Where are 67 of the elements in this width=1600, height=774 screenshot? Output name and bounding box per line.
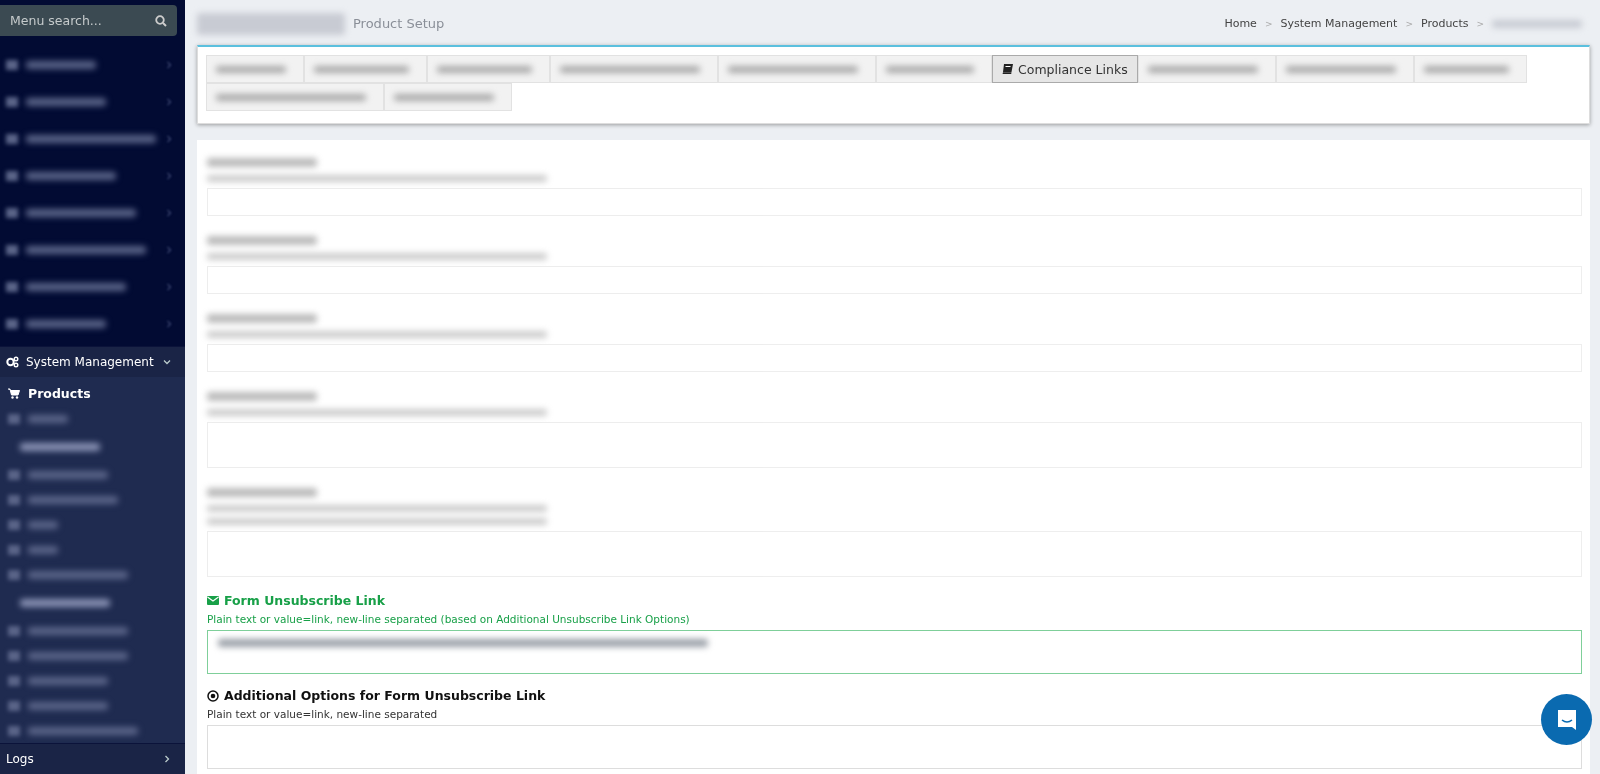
breadcrumb-separator: > xyxy=(1264,18,1273,29)
redacted-text xyxy=(28,545,58,554)
breadcrumb-separator: > xyxy=(1476,18,1484,29)
breadcrumb-separator: > xyxy=(1405,18,1413,29)
menu-item[interactable]: System Management xyxy=(0,346,185,377)
breadcrumb-link[interactable]: System Management xyxy=(1280,17,1398,30)
radio-icon xyxy=(207,689,219,702)
menu-icon xyxy=(8,519,20,530)
search-icon xyxy=(155,15,167,27)
field-hint: Plain text or value=link, new-line separated (based on Additional Unsubscribe Link Options) xyxy=(207,613,690,625)
menu-search-field[interactable]: Menu search... xyxy=(0,5,177,36)
menu-icon xyxy=(6,244,18,255)
chevron-icon xyxy=(165,319,173,328)
menu-icon xyxy=(8,569,20,580)
book-icon xyxy=(1002,64,1013,74)
redacted-text xyxy=(28,520,58,529)
chevron-icon xyxy=(165,97,173,106)
chevron-icon xyxy=(165,171,173,180)
breadcrumb-link[interactable]: Home xyxy=(1224,17,1257,30)
chevron-icon xyxy=(165,282,173,291)
menu-icon xyxy=(6,96,18,107)
menu-icon xyxy=(6,59,18,70)
tab[interactable] xyxy=(304,55,427,83)
menu-icon xyxy=(8,413,20,424)
field-label: Form Unsubscribe Link xyxy=(224,593,386,608)
menu-icon xyxy=(8,675,20,686)
chevron-icon xyxy=(163,755,171,763)
menu-item[interactable]: Logs xyxy=(0,743,185,774)
menu-icon xyxy=(6,281,18,292)
tab[interactable] xyxy=(1137,55,1276,83)
menu-icon xyxy=(8,725,20,736)
menu-item[interactable]: Products xyxy=(0,381,185,406)
menu-icon xyxy=(8,469,20,480)
tab[interactable] xyxy=(718,55,876,83)
tab[interactable] xyxy=(206,55,304,83)
chevron-icon xyxy=(165,208,173,217)
chevron-icon xyxy=(165,134,173,143)
tab[interactable] xyxy=(876,55,992,83)
text-area[interactable] xyxy=(207,630,1582,674)
redacted-text xyxy=(26,60,96,69)
menu-icon xyxy=(8,650,20,661)
menu-icon xyxy=(8,700,20,711)
breadcrumb-link[interactable]: Products xyxy=(1420,17,1469,30)
tab[interactable]: Compliance Links xyxy=(992,55,1138,83)
field-label: Additional Options for Form Unsubscribe Link xyxy=(224,688,546,703)
menu-icon xyxy=(8,625,20,636)
gears-icon xyxy=(6,356,19,368)
menu-icon xyxy=(8,544,20,555)
chevron-icon xyxy=(165,245,173,254)
tab[interactable] xyxy=(206,83,384,111)
redacted-text xyxy=(28,414,68,423)
tab[interactable] xyxy=(550,55,718,83)
chevron-icon xyxy=(163,358,171,366)
chevron-icon xyxy=(165,60,173,69)
tab[interactable] xyxy=(384,83,512,111)
menu-icon xyxy=(6,207,18,218)
menu-icon xyxy=(6,318,18,329)
menu-icon xyxy=(8,494,20,505)
field-hint: Plain text or value=link, new-line separated xyxy=(207,708,438,720)
tab[interactable] xyxy=(1413,55,1527,83)
page-subtitle: Product Setup xyxy=(353,16,445,31)
menu-icon xyxy=(6,170,18,181)
envelope-icon xyxy=(207,596,219,605)
tab[interactable] xyxy=(1275,55,1414,83)
menu-icon xyxy=(6,133,18,144)
tab[interactable] xyxy=(427,55,550,83)
cart-icon xyxy=(8,388,20,399)
